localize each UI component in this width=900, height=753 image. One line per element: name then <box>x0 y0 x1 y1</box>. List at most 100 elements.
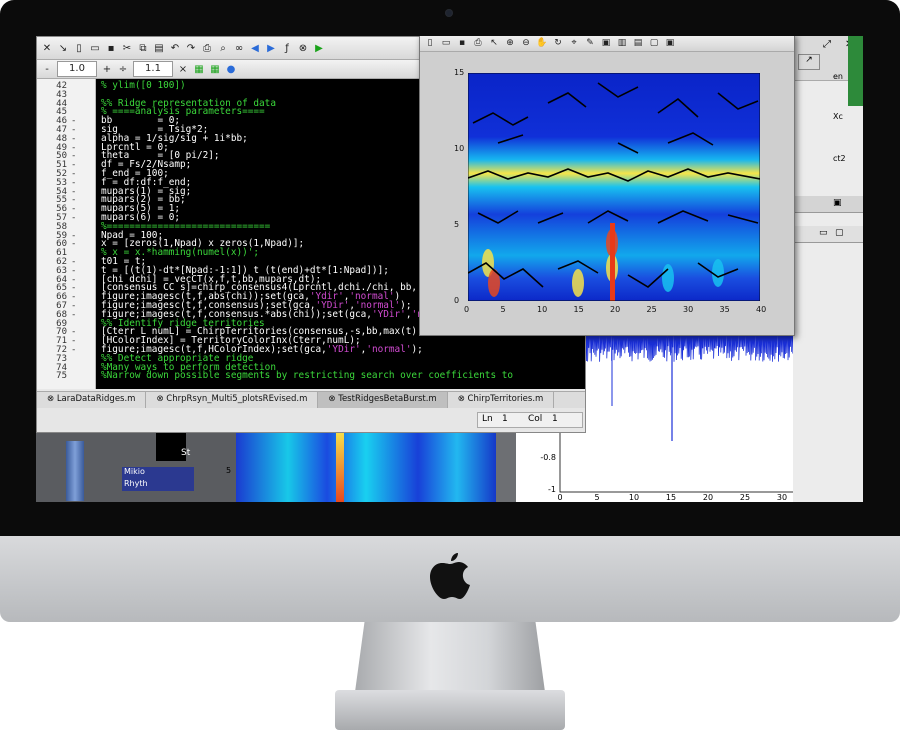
fig-open-icon[interactable]: ▭ <box>440 38 452 48</box>
maximize-icon[interactable]: ⤢ <box>823 39 831 50</box>
print-icon[interactable]: ⎙ <box>201 43 213 54</box>
heatmap-vertical-burst <box>610 223 615 301</box>
undock-icon[interactable]: ↘ <box>57 43 69 54</box>
col-value: 1 <box>552 414 558 424</box>
background-label-s: St <box>181 448 191 458</box>
heatmap-hotspot <box>572 269 584 297</box>
file-tab[interactable]: ⊗ ChrpRsyn_Multi5_plotsREvised.m <box>146 392 319 408</box>
fig-x-tick: 25 <box>646 305 657 314</box>
line-marker: - <box>71 309 77 320</box>
col-label: Col <box>528 414 543 424</box>
breakpoint-icon[interactable]: ⊗ <box>297 43 309 54</box>
restore-icon[interactable]: ▢ <box>835 228 844 238</box>
fig-zoom-out-icon[interactable]: ⊖ <box>520 38 532 48</box>
background-bar <box>66 441 84 501</box>
background-window: St Mikio Rhyth <box>36 431 236 502</box>
fig-datacursor-icon[interactable]: ⌖ <box>568 38 580 48</box>
fig-y-tick: 10 <box>454 144 465 153</box>
fig-rotate-icon[interactable]: ↻ <box>552 38 564 48</box>
find-icon[interactable]: ⌕ <box>217 43 229 54</box>
monitor-stand <box>355 622 545 692</box>
background-label-rhythm: Rhyth <box>122 479 194 491</box>
figure-window: ▯ ▭ ▪ ⎙ ↖ ⊕ ⊖ ✋ ↻ ⌖ ✎ ▣ ▥ ▤ ▢ ▣ 0 5 10 1… <box>419 36 795 336</box>
fig-x-tick: 10 <box>537 305 548 314</box>
cell-value-a[interactable]: 1.0 <box>57 61 97 77</box>
fig-brush-icon[interactable]: ✎ <box>584 38 596 48</box>
forward-icon[interactable]: ▶ <box>265 43 277 54</box>
fig-x-tick: 15 <box>573 305 584 314</box>
side-label-xc: Xc <box>833 112 843 121</box>
ridge-heatmap <box>468 73 760 301</box>
cell-divide-icon[interactable]: ÷ <box>117 64 129 75</box>
fig-x-tick: 30 <box>683 305 694 314</box>
binoculars-icon[interactable]: ∞ <box>233 43 245 54</box>
cell-eval-icon[interactable]: ▦ <box>193 64 205 75</box>
fig-save-icon[interactable]: ▪ <box>456 38 468 48</box>
wave-x-tick: 10 <box>629 493 639 502</box>
fig-print-icon[interactable]: ⎙ <box>472 38 484 48</box>
background-label-mikio: Mikio <box>122 467 194 479</box>
open-file-icon[interactable]: ▭ <box>89 43 101 54</box>
fig-hide-icon[interactable]: ▢ <box>648 38 660 48</box>
fig-zoom-in-icon[interactable]: ⊕ <box>504 38 516 48</box>
fig-new-icon[interactable]: ▯ <box>424 38 436 48</box>
line-gutter: 42 43 44 45 46-47-48-49-50-51-52-53-54-55-56… <box>37 79 96 389</box>
code-line[interactable]: % ylim([0 100]) <box>101 80 186 91</box>
camera-icon <box>445 9 453 17</box>
side-toolbar-3: ▭ ▢ <box>793 226 863 243</box>
cell-plus-icon[interactable]: + <box>101 64 113 75</box>
wave-y-tick: -1 <box>548 485 556 494</box>
file-tabs: ⊗ LaraDataRidges.m ⊗ ChrpRsyn_Multi5_plot… <box>37 391 585 408</box>
cell-eval-next-icon[interactable]: ▦ <box>209 64 221 75</box>
fig-link-icon[interactable]: ▣ <box>600 38 612 48</box>
run-icon[interactable]: ▶ <box>313 43 325 54</box>
wave-x-tick: 25 <box>740 493 750 502</box>
copy-icon[interactable]: ⧉ <box>137 43 149 54</box>
save-icon[interactable]: ▪ <box>105 43 117 54</box>
cell-value-b[interactable]: 1.1 <box>133 61 173 77</box>
fig-show-icon[interactable]: ▣ <box>664 38 676 48</box>
heatmap-hotspot <box>662 264 674 292</box>
wave-x-tick: 30 <box>777 493 787 502</box>
undo-icon[interactable]: ↶ <box>169 43 181 54</box>
wave-x-tick: 15 <box>666 493 676 502</box>
wave-y-tick: -0.8 <box>540 453 556 462</box>
fig-pan-icon[interactable]: ✋ <box>536 38 548 48</box>
wave-x-tick: 20 <box>703 493 713 502</box>
ln-value: 1 <box>502 414 508 424</box>
file-tab[interactable]: ⊗ ChirpTerritories.m <box>448 392 555 408</box>
new-file-icon[interactable]: ▯ <box>73 43 85 54</box>
cell-minus-icon[interactable]: - <box>41 64 53 75</box>
fig-y-tick: 5 <box>454 220 460 229</box>
cell-times-icon[interactable]: × <box>177 64 189 75</box>
file-tab[interactable]: ⊗ LaraDataRidges.m <box>37 392 147 408</box>
wave-x-tick: 5 <box>594 493 599 502</box>
minimize-icon[interactable]: ▭ <box>819 228 828 238</box>
paste-icon[interactable]: ▤ <box>153 43 165 54</box>
line-marker: - <box>71 239 77 250</box>
share-icon[interactable]: ↗ <box>798 54 820 70</box>
file-tab[interactable]: ⊗ TestRidgesBetaBurst.m <box>318 392 448 408</box>
close-doc-icon[interactable]: ✕ <box>41 43 53 54</box>
background-spectrogram <box>236 431 496 502</box>
fig-x-tick: 40 <box>756 305 767 314</box>
fig-legend-icon[interactable]: ▤ <box>632 38 644 48</box>
fig-x-tick: 35 <box>719 305 730 314</box>
code-line[interactable]: %Narrow down possible segments by restri… <box>101 370 513 381</box>
cut-icon[interactable]: ✂ <box>121 43 133 54</box>
back-icon[interactable]: ◀ <box>249 43 261 54</box>
fig-x-tick: 20 <box>610 305 621 314</box>
fig-colorbar-icon[interactable]: ▥ <box>616 38 628 48</box>
folder-icon[interactable]: ▣ <box>833 198 842 208</box>
function-icon[interactable]: ƒ <box>281 43 293 54</box>
line-number: 75 <box>56 371 67 382</box>
side-label-ct2: ct2 <box>833 154 846 163</box>
figure-toolbar: ▯ ▭ ▪ ⎙ ↖ ⊕ ⊖ ✋ ↻ ⌖ ✎ ▣ ▥ ▤ ▢ ▣ <box>420 36 794 52</box>
status-bar: Ln 1 Col 1 <box>37 408 585 430</box>
right-side-panel: ⤢ ✕ ↗ en Xc ct2 ▣ ▭ ▢ <box>793 36 863 502</box>
line-marker: - <box>71 345 77 355</box>
help-icon[interactable]: ● <box>225 64 237 75</box>
cursor-position: Ln 1 Col 1 <box>477 412 583 428</box>
fig-arrow-icon[interactable]: ↖ <box>488 38 500 48</box>
redo-icon[interactable]: ↷ <box>185 43 197 54</box>
